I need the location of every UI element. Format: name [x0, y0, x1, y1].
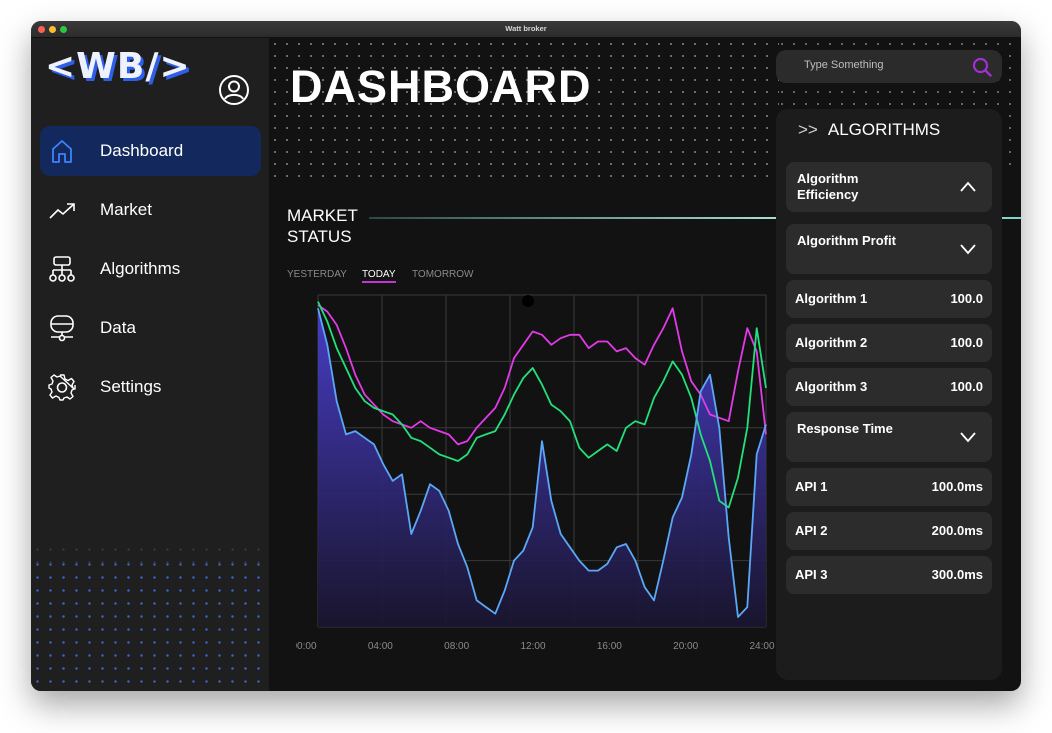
accordion-label: Algorithm Profit: [797, 233, 896, 248]
app-window: Watt broker <WB/> Dashboard Market Algor…: [31, 21, 1021, 691]
sidebar-item-dashboard[interactable]: Dashboard: [40, 126, 261, 176]
search-icon[interactable]: [972, 57, 992, 77]
x-tick-label: 12:00: [520, 641, 545, 652]
accordion-algorithm-profit[interactable]: Algorithm Profit: [786, 224, 992, 274]
row-value: 100.0: [950, 379, 983, 394]
chevron-up-icon: [960, 181, 976, 192]
accordion-label: Response Time: [797, 421, 893, 436]
sidebar-item-label: Market: [100, 200, 152, 219]
chart-marker: [522, 295, 534, 307]
sidebar-item-algorithms[interactable]: Algorithms: [40, 244, 261, 294]
tab-yesterday[interactable]: YESTERDAY: [287, 269, 347, 280]
algorithms-panel: >> ALGORITHMS Algorithm Efficiency Algori…: [776, 109, 1002, 680]
list-item[interactable]: Algorithm 3 100.0: [786, 368, 992, 406]
tab-today[interactable]: TODAY: [362, 269, 396, 283]
accordion-response-time[interactable]: Response Time: [786, 412, 992, 462]
home-icon: [52, 140, 72, 163]
row-label: API 1: [795, 479, 828, 494]
search-input[interactable]: [804, 59, 954, 71]
sidebar-item-settings[interactable]: Settings: [40, 362, 261, 412]
sidebar-item-label: Dashboard: [100, 141, 184, 160]
row-value: 200.0ms: [931, 523, 983, 538]
search-bar[interactable]: [776, 50, 1002, 83]
sidebar-item-market[interactable]: Market: [40, 185, 261, 235]
list-item[interactable]: API 1 100.0ms: [786, 468, 992, 506]
x-tick-label: 00:00: [296, 641, 317, 652]
row-value: 100.0: [950, 291, 983, 306]
sidebar-item-label: Data: [100, 318, 136, 337]
algorithms-title: ALGORITHMS: [827, 120, 941, 139]
market-status-title: MARKET STATUS: [287, 206, 358, 246]
gear-icon: [48, 374, 76, 401]
sidebar: <WB/> Dashboard Market Algorithms Data S…: [31, 38, 269, 691]
user-circle-icon[interactable]: [218, 74, 250, 106]
double-chevron-right-icon: >>: [798, 120, 818, 139]
x-tick-label: 08:00: [444, 641, 469, 652]
row-label: Algorithm 1: [795, 291, 868, 306]
page-title: DASHBOARD: [290, 61, 592, 112]
x-tick-label: 20:00: [673, 641, 698, 652]
row-value: 300.0ms: [931, 567, 983, 582]
x-tick-label: 24:00: [749, 641, 774, 652]
list-item[interactable]: API 3 300.0ms: [786, 556, 992, 594]
accordion-algorithm-efficiency[interactable]: Algorithm Efficiency: [786, 162, 992, 212]
row-label: Algorithm 3: [795, 379, 868, 394]
x-tick-label: 04:00: [368, 641, 393, 652]
algorithms-header[interactable]: >> ALGORITHMS: [798, 120, 940, 140]
chevron-down-icon: [960, 432, 976, 443]
sidebar-item-label: Algorithms: [100, 259, 181, 278]
accordion-label: Algorithm Efficiency: [797, 171, 859, 202]
database-icon: [50, 315, 74, 342]
title-bar: Watt broker: [31, 21, 1021, 38]
list-item[interactable]: Algorithm 2 100.0: [786, 324, 992, 362]
list-item[interactable]: API 2 200.0ms: [786, 512, 992, 550]
trend-icon: [49, 203, 75, 219]
hierarchy-icon: [49, 256, 75, 282]
sidebar-item-data[interactable]: Data: [40, 303, 261, 353]
sidebar-item-label: Settings: [100, 377, 162, 396]
chevron-down-icon: [960, 244, 976, 255]
tab-tomorrow[interactable]: TOMORROW: [412, 269, 473, 280]
row-value: 100.0ms: [931, 479, 983, 494]
market-chart: 00:00 04:00 08:00 12:00 16:00 20:00 24:00: [296, 294, 775, 652]
list-item[interactable]: Algorithm 1 100.0: [786, 280, 992, 318]
row-label: API 3: [795, 567, 828, 582]
app-logo: <WB/>: [45, 46, 191, 87]
row-value: 100.0: [950, 335, 983, 350]
x-tick-label: 16:00: [597, 641, 622, 652]
window-title: Watt broker: [505, 24, 547, 33]
row-label: Algorithm 2: [795, 335, 868, 350]
row-label: API 2: [795, 523, 828, 538]
sidebar-dot-pattern-blue: [31, 558, 269, 691]
